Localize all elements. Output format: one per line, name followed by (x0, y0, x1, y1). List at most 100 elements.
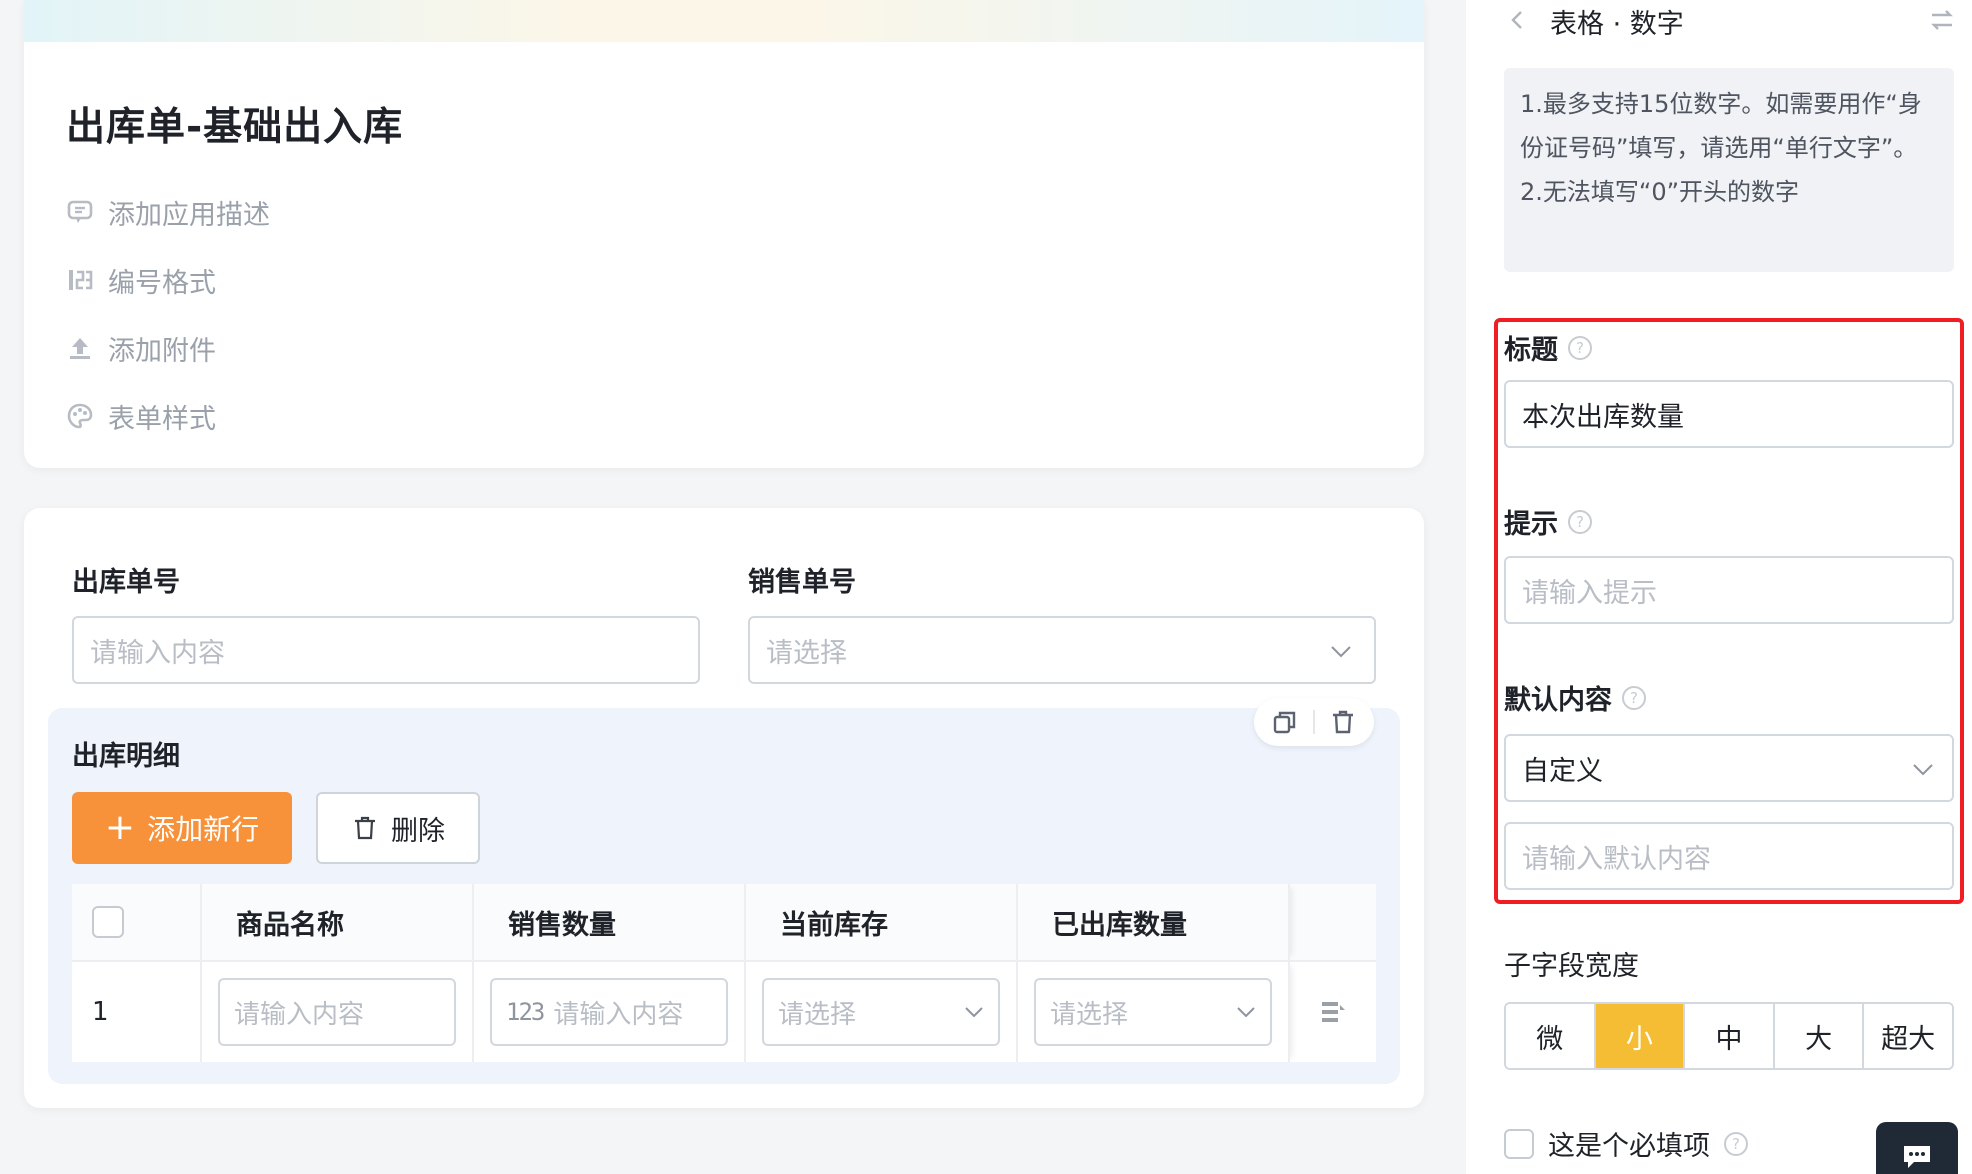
row-edit-icon[interactable] (1318, 997, 1348, 1027)
plus-icon: + (104, 807, 136, 848)
stock-placeholder: 请选择 (778, 999, 857, 1030)
meta-label-number-format: 编号格式 (108, 267, 216, 299)
order-no-placeholder: 请输入内容 (90, 637, 225, 669)
product-name-input[interactable]: 请输入内容 (218, 978, 456, 1046)
add-row-button[interactable]: + 添加新行 (72, 792, 292, 864)
order-no-label: 出库单号 (72, 567, 180, 598)
help-icon[interactable]: ? (1568, 509, 1592, 534)
required-option: 这是个必填项 ? (1504, 1124, 1748, 1163)
trash-icon[interactable] (1329, 708, 1357, 736)
trash-icon (355, 816, 375, 840)
hint-placeholder: 请输入提示 (1522, 577, 1657, 609)
width-option-small[interactable]: 小 (1595, 1004, 1686, 1068)
shipped-qty-cell: 请选择 (1018, 962, 1290, 1062)
sales-qty-input[interactable]: 123 请输入内容 (490, 978, 728, 1046)
field-tips: 1.最多支持15位数字。如需要用作“身份证号码”填写，请选用“单行文字”。 2.… (1504, 68, 1954, 272)
default-mode-value: 自定义 (1522, 755, 1603, 787)
title-label-text: 标题 (1504, 335, 1558, 366)
column-header-sales-qty[interactable]: 销售数量 (474, 884, 746, 960)
width-option-large[interactable]: 大 (1774, 1004, 1865, 1068)
chevron-down-icon (965, 1007, 983, 1018)
shipped-placeholder: 请选择 (1050, 999, 1129, 1030)
number-format-icon (69, 270, 93, 290)
delete-rows-label: 删除 (391, 815, 445, 847)
hint-input[interactable]: 请输入提示 (1504, 556, 1954, 624)
hint-label-text: 提示 (1504, 509, 1558, 540)
toolbar-divider (1313, 710, 1315, 734)
default-mode-select[interactable]: 自定义 (1504, 734, 1954, 802)
header-select-cell (72, 884, 202, 960)
column-header-product[interactable]: 商品名称 (202, 884, 474, 960)
required-checkbox[interactable] (1504, 1128, 1534, 1159)
stock-select[interactable]: 请选择 (762, 978, 1000, 1046)
meta-label-form-style: 表单样式 (108, 403, 216, 435)
subfield-width-label: 子字段宽度 (1504, 951, 1639, 982)
copy-icon[interactable] (1271, 708, 1299, 736)
table-row: 1 请输入内容 123 请输入内容 请选择 请选择 (72, 962, 1376, 1062)
subform-outbound-detail[interactable]: 出库明细 + 添加新行 删除 商品名称 销售数量 当前库存 已出库数量 1 请输… (48, 698, 1400, 1084)
required-label: 这是个必填项 (1548, 1131, 1710, 1162)
default-label-text: 默认内容 (1504, 685, 1612, 716)
sales-no-label: 销售单号 (748, 567, 856, 598)
chat-bubble-icon (1904, 1146, 1930, 1168)
subform-title: 出库明细 (72, 741, 180, 772)
number-icon: 123 (506, 998, 545, 1026)
default-value-input[interactable]: 请输入默认内容 (1504, 822, 1954, 890)
swap-icon[interactable] (1928, 6, 1956, 34)
width-option-micro[interactable]: 微 (1506, 1004, 1596, 1068)
product-cell: 请输入内容 (202, 962, 474, 1062)
tip-line-2: 2.无法填写“0”开头的数字 (1520, 178, 1800, 206)
column-header-stock[interactable]: 当前库存 (746, 884, 1018, 960)
header-ops-cell (1290, 884, 1376, 960)
help-icon[interactable]: ? (1724, 1131, 1748, 1156)
select-all-checkbox[interactable] (92, 906, 124, 938)
comment-icon (67, 200, 93, 223)
form-style-link[interactable]: 表单样式 (66, 382, 270, 450)
number-format-link[interactable]: 编号格式 (66, 246, 270, 314)
table-header-row: 商品名称 销售数量 当前库存 已出库数量 (72, 884, 1376, 962)
default-value-placeholder: 请输入默认内容 (1522, 843, 1711, 875)
add-attachment-link[interactable]: 添加附件 (66, 314, 270, 382)
product-placeholder: 请输入内容 (234, 999, 365, 1030)
panel-title: 表格 · 数字 (1550, 9, 1684, 40)
hint-label: 提示 ? (1504, 502, 1592, 541)
row-index: 1 (92, 997, 109, 1027)
help-icon[interactable]: ? (1568, 335, 1592, 360)
width-option-medium[interactable]: 中 (1685, 1004, 1775, 1068)
form-meta-list: 添加应用描述 编号格式 添加附件 表单样式 (66, 178, 270, 450)
tip-line-1: 1.最多支持15位数字。如需要用作“身份证号码”填写，请选用“单行文字”。 (1520, 90, 1922, 162)
sales-no-select[interactable]: 请选择 (748, 616, 1376, 684)
form-title[interactable]: 出库单-基础出入库 (66, 96, 403, 152)
sales-no-placeholder: 请选择 (766, 637, 847, 669)
stock-cell: 请选择 (746, 962, 1018, 1062)
meta-label-attachment: 添加附件 (108, 335, 216, 367)
subform-table: 商品名称 销售数量 当前库存 已出库数量 1 请输入内容 123 请输入内容 请… (72, 884, 1376, 1062)
meta-label-description: 添加应用描述 (108, 199, 270, 231)
shipped-qty-select[interactable]: 请选择 (1034, 978, 1272, 1046)
form-body-card: 出库单号 请输入内容 销售单号 请选择 出库明细 + 添加新行 删除 商品名称 … (24, 508, 1424, 1108)
add-description-link[interactable]: 添加应用描述 (66, 178, 270, 246)
default-label: 默认内容 ? (1504, 678, 1646, 717)
row-ops-cell (1290, 962, 1376, 1062)
chat-support-button[interactable] (1876, 1122, 1958, 1174)
chevron-down-icon (1331, 646, 1351, 658)
back-arrow-icon[interactable] (1506, 8, 1530, 32)
sales-qty-cell: 123 请输入内容 (474, 962, 746, 1062)
subform-toolbar (1254, 698, 1374, 746)
help-icon[interactable]: ? (1622, 685, 1646, 710)
form-header-card: 出库单-基础出入库 添加应用描述 编号格式 添加附件 表单样式 (24, 0, 1424, 468)
row-index-cell: 1 (72, 962, 202, 1062)
upload-icon (70, 338, 90, 359)
title-input[interactable]: 本次出库数量 (1504, 380, 1954, 448)
add-row-label: 添加新行 (147, 813, 260, 846)
sales-qty-placeholder: 请输入内容 (553, 999, 684, 1030)
delete-rows-button[interactable]: 删除 (316, 792, 480, 864)
column-header-shipped-qty[interactable]: 已出库数量 (1018, 884, 1290, 960)
title-label: 标题 ? (1504, 328, 1592, 367)
chevron-down-icon (1913, 764, 1933, 776)
panel-header: 表格 · 数字 (1466, 0, 1972, 42)
header-gradient-strip (24, 0, 1424, 42)
width-option-xlarge[interactable]: 超大 (1864, 1004, 1952, 1068)
order-no-input[interactable]: 请输入内容 (72, 616, 700, 684)
subfield-width-selector: 微 小 中 大 超大 (1504, 1002, 1954, 1070)
